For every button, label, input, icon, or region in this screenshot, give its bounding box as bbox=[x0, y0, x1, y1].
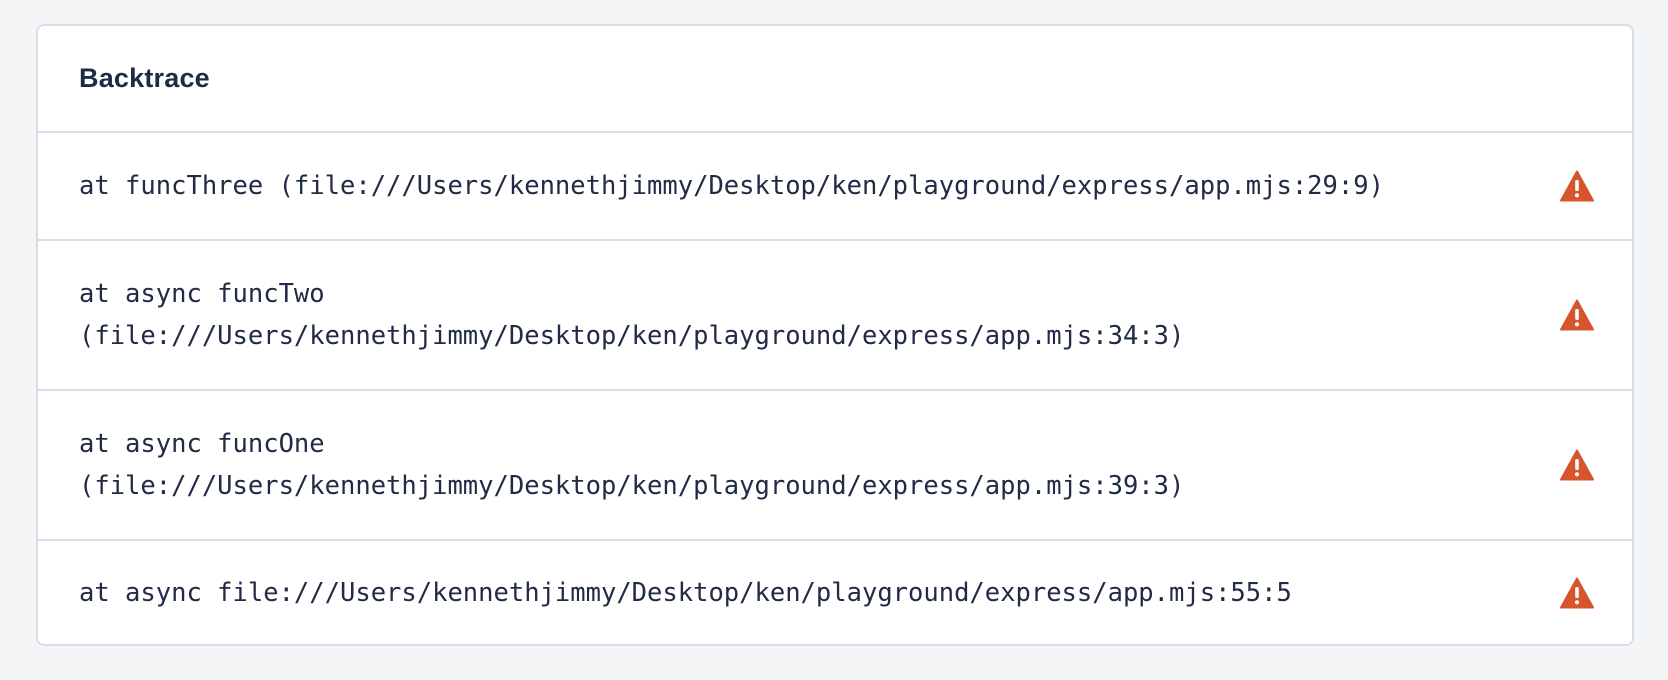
warning-icon[interactable] bbox=[1560, 449, 1594, 481]
panel-title: Backtrace bbox=[79, 63, 210, 93]
stack-frame-text: at async funcTwo (file:///Users/kennethj… bbox=[79, 279, 1185, 351]
stack-frame-text: at async funcOne (file:///Users/kennethj… bbox=[79, 429, 1185, 501]
stack-frame[interactable]: at async file:///Users/kennethjimmy/Desk… bbox=[38, 541, 1632, 644]
warning-icon[interactable] bbox=[1560, 299, 1594, 331]
stack-frame[interactable]: at async funcTwo (file:///Users/kennethj… bbox=[38, 241, 1632, 391]
backtrace-panel: Backtrace at funcThree (file:///Users/ke… bbox=[36, 24, 1634, 646]
panel-header: Backtrace bbox=[38, 26, 1632, 133]
warning-icon[interactable] bbox=[1560, 577, 1594, 609]
stack-frame-text: at async file:///Users/kennethjimmy/Desk… bbox=[79, 577, 1292, 608]
warning-icon[interactable] bbox=[1560, 170, 1594, 202]
stack-frame[interactable]: at funcThree (file:///Users/kennethjimmy… bbox=[38, 133, 1632, 241]
stack-frame-text: at funcThree (file:///Users/kennethjimmy… bbox=[79, 171, 1384, 201]
stack-frame[interactable]: at async funcOne (file:///Users/kennethj… bbox=[38, 391, 1632, 541]
